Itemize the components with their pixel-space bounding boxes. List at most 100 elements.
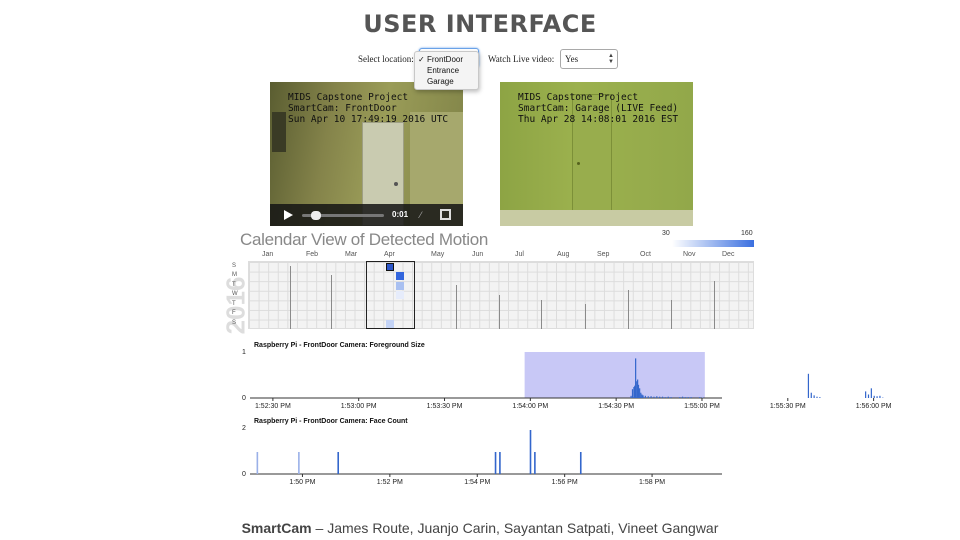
play-icon[interactable] — [284, 210, 293, 220]
x-tick-label: 1:53:00 PM — [340, 403, 377, 410]
foreground-bar — [640, 392, 642, 398]
weekday-label: T — [232, 301, 236, 307]
foreground-bar — [667, 396, 669, 398]
calendar-title: Calendar View of Detected Motion — [240, 230, 489, 249]
month-label: Dec — [722, 251, 735, 258]
foreground-bar — [679, 397, 681, 398]
month-label: Jul — [515, 251, 524, 258]
live-video-value: Yes — [565, 54, 579, 64]
checkmark-icon: ✓ — [418, 55, 425, 64]
frontdoor-video-player[interactable]: MIDS Capstone Project SmartCam: FrontDoo… — [270, 82, 463, 226]
face-count-bar — [529, 430, 532, 474]
foreground-bar — [635, 358, 637, 398]
calendar-day[interactable] — [396, 272, 404, 280]
select-arrows-icon: ▲ ▼ — [608, 53, 614, 65]
calendar-day-selected[interactable] — [386, 263, 394, 271]
x-tick-label: 1:50 PM — [289, 479, 316, 486]
location-label: Select location: — [358, 54, 414, 64]
foreground-bar — [656, 396, 658, 398]
selected-month-april[interactable] — [366, 261, 415, 329]
foreground-bar — [879, 395, 881, 398]
foreground-bar — [810, 392, 812, 398]
foreground-bar — [642, 395, 644, 398]
face-count-bar — [499, 452, 501, 474]
time-range-brush — [524, 352, 705, 398]
x-tick-label: 1:55:30 PM — [769, 403, 806, 410]
foreground-bar — [647, 396, 649, 398]
month-label: Apr — [384, 251, 395, 258]
fullscreen-icon[interactable] — [440, 209, 451, 220]
foreground-bar — [816, 396, 818, 398]
weekday-label: S — [232, 320, 237, 326]
month-label: Nov — [683, 251, 696, 258]
face-count-bar — [298, 452, 300, 474]
foreground-bar — [876, 396, 878, 398]
month-label: Oct — [640, 251, 651, 258]
location-option-garage[interactable]: Garage — [415, 76, 478, 87]
month-label: Aug — [557, 251, 570, 258]
footer-credits: SmartCam – James Route, Juanjo Carin, Sa… — [241, 520, 719, 536]
foreground-bar — [681, 396, 684, 398]
weekday-label: M — [232, 272, 237, 278]
foreground-bar — [641, 394, 643, 398]
mute-icon[interactable]: ⁄ — [420, 210, 422, 220]
month-label: Jun — [472, 251, 484, 258]
foreground-bar — [870, 388, 872, 398]
face-count-chart-title: Raspberry Pi - FrontDoor Camera: Face Co… — [254, 418, 408, 425]
foreground-bar — [637, 384, 640, 398]
x-tick-label: 1:56 PM — [551, 479, 578, 486]
foreground-bar — [873, 395, 875, 398]
location-option-frontdoor[interactable]: ✓ FrontDoor — [415, 54, 478, 65]
foreground-bar — [664, 397, 666, 398]
x-tick-label: 1:54:00 PM — [512, 403, 549, 410]
location-option-entrance[interactable]: Entrance — [415, 65, 478, 76]
foreground-bar — [650, 396, 652, 398]
garage-video-feed[interactable]: MIDS Capstone Project SmartCam: Garage (… — [500, 82, 693, 226]
foreground-bar — [661, 396, 664, 398]
foreground-bar — [687, 397, 689, 398]
month-label: Mar — [345, 251, 358, 258]
video-overlay-text: MIDS Capstone Project SmartCam: FrontDoo… — [288, 92, 449, 125]
foreground-size-chart[interactable] — [250, 352, 884, 406]
y-tick: 0 — [242, 471, 246, 478]
picture-frame — [272, 112, 286, 152]
face-count-bar — [494, 452, 497, 474]
foreground-chart-title: Raspberry Pi - FrontDoor Camera: Foregro… — [254, 342, 425, 349]
video-overlay-text: MIDS Capstone Project SmartCam: Garage (… — [518, 92, 679, 125]
month-label: Jan — [262, 251, 274, 258]
video-time: 0:01 — [392, 210, 409, 219]
x-tick-label: 1:54:30 PM — [598, 403, 635, 410]
calendar-heatmap[interactable] — [248, 261, 754, 329]
weekday-label: W — [232, 291, 238, 297]
foreground-bar — [865, 391, 867, 398]
calendar-day[interactable] — [386, 320, 394, 328]
color-legend — [672, 240, 754, 247]
location-dropdown-menu[interactable]: ✓ FrontDoor Entrance Garage — [414, 51, 479, 90]
x-tick-label: 1:56:00 PM — [855, 403, 892, 410]
foreground-bar — [699, 397, 701, 398]
calendar-day[interactable] — [396, 282, 404, 290]
x-tick-label: 1:52 PM — [376, 479, 403, 486]
weekday-label: S — [232, 263, 237, 269]
foreground-bar — [819, 397, 821, 398]
foreground-bar — [630, 395, 632, 398]
live-video-select[interactable]: Yes ▲ ▼ — [560, 49, 618, 69]
x-tick-label: 1:54 PM — [464, 479, 491, 486]
foreground-bar — [813, 395, 815, 398]
legend-max: 160 — [741, 230, 753, 237]
foreground-bar — [653, 396, 655, 398]
live-video-label: Watch Live video: — [488, 54, 555, 64]
face-count-bar — [534, 452, 536, 474]
seek-thumb[interactable] — [311, 211, 321, 220]
x-tick-label: 1:53:30 PM — [426, 403, 463, 410]
face-count-bar — [256, 452, 259, 474]
face-count-chart[interactable] — [250, 428, 722, 478]
x-tick-label: 1:52:30 PM — [254, 403, 291, 410]
face-count-bar — [337, 452, 340, 474]
y-tick: 0 — [242, 395, 246, 402]
foreground-bar — [690, 397, 692, 398]
weekday-label: F — [232, 310, 236, 316]
y-tick: 2 — [242, 425, 246, 432]
calendar-day[interactable] — [396, 291, 404, 299]
foreground-bar — [807, 373, 810, 398]
